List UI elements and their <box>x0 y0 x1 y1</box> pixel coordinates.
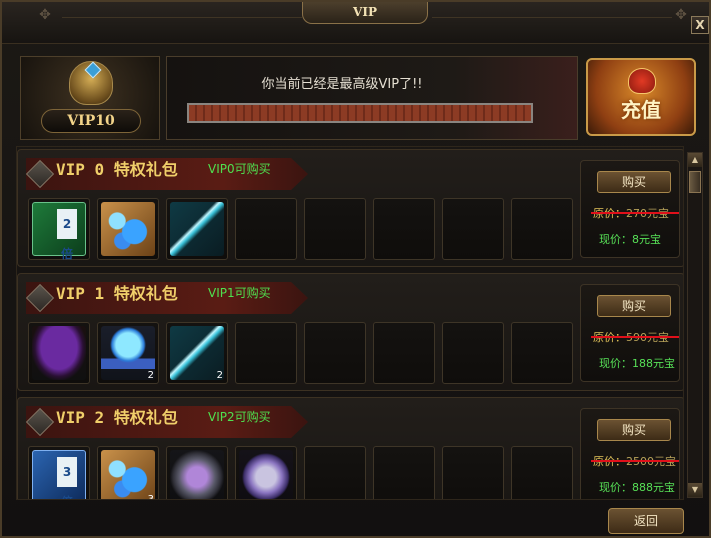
close-button[interactable]: X <box>691 16 709 34</box>
item-slot[interactable] <box>166 198 228 260</box>
item-slot <box>304 446 366 499</box>
item-slot <box>373 198 435 260</box>
item-count: 2 <box>216 370 223 381</box>
current-price: 现价：888元宝 <box>599 479 675 495</box>
original-price: 原价：2500元宝 <box>591 453 679 469</box>
item-count: 3 <box>147 494 154 500</box>
current-price-label: 现价： <box>599 357 632 370</box>
buy-button[interactable]: 购买 <box>597 295 671 317</box>
price-box: 购买 原价：590元宝 现价：188元宝 <box>580 284 680 382</box>
window-title: VIP <box>302 2 428 24</box>
original-price: 原价：590元宝 <box>591 329 679 345</box>
gift-pack-row: VIP 2 特权礼包 VIP2可购买 3 购买 原价：2500元宝 现价：888… <box>17 397 683 500</box>
item-slot[interactable] <box>166 446 228 499</box>
item-slot[interactable] <box>97 198 159 260</box>
scroll-up-icon[interactable]: ▲ <box>688 153 702 167</box>
current-price-value: 888元宝 <box>632 481 675 494</box>
vip-window: ✥ VIP ✥ X VIP10 你当前已经是最高级VIP了!! 充值 VIP 0… <box>0 0 711 538</box>
original-price: 原价：270元宝 <box>591 205 679 221</box>
progress-fill <box>189 105 531 121</box>
gift-pack-requirement: VIP0可购买 <box>208 162 271 176</box>
banner-gem-icon <box>26 159 55 189</box>
blue-orbs-icon[interactable] <box>101 202 155 256</box>
gift-pack-requirement: VIP1可购买 <box>208 286 271 300</box>
gift-pack-row: VIP 0 特权礼包 VIP0可购买 购买 原价：270元宝 现价：8元宝 <box>17 149 683 267</box>
crown-emblem-icon <box>69 61 113 105</box>
status-panel: 你当前已经是最高级VIP了!! <box>166 56 578 140</box>
item-slot <box>304 198 366 260</box>
vip-level-label: VIP10 <box>41 109 141 133</box>
item-slot[interactable] <box>235 446 297 499</box>
title-ornament-left <box>62 4 302 18</box>
recharge-button[interactable]: 充值 <box>586 58 696 136</box>
scrollbar[interactable]: ▲ ▼ <box>687 152 703 498</box>
item-slot <box>442 198 504 260</box>
ornament-icon: ✥ <box>675 7 687 23</box>
ornament-icon: ✥ <box>39 7 51 23</box>
strikethrough-line <box>591 212 679 214</box>
item-count: 2 <box>147 370 154 381</box>
banner-gem-icon <box>26 283 55 313</box>
triple-exp-book-icon[interactable] <box>32 450 86 499</box>
scroll-thumb[interactable] <box>689 171 701 193</box>
strikethrough-line <box>591 460 679 462</box>
item-slot <box>511 198 573 260</box>
price-box: 购买 原价：270元宝 现价：8元宝 <box>580 160 680 258</box>
back-button[interactable]: 返回 <box>608 508 684 534</box>
item-slot <box>511 322 573 384</box>
gift-pack-requirement: VIP2可购买 <box>208 410 271 424</box>
banner-gem-icon <box>26 407 55 437</box>
item-slot <box>511 446 573 499</box>
item-slot <box>442 446 504 499</box>
item-slot[interactable]: 2 <box>166 322 228 384</box>
buy-button[interactable]: 购买 <box>597 171 671 193</box>
buy-button[interactable]: 购买 <box>597 419 671 441</box>
current-price-label: 现价： <box>599 233 632 246</box>
vip-progress-bar <box>187 103 533 123</box>
vip-badge: VIP10 <box>20 56 160 140</box>
current-price: 现价：8元宝 <box>599 231 661 247</box>
double-exp-book-icon[interactable] <box>32 202 86 256</box>
status-text: 你当前已经是最高级VIP了!! <box>261 77 423 92</box>
purple-cloak-icon[interactable] <box>32 326 86 380</box>
item-slot[interactable]: 3 <box>97 446 159 500</box>
title-ornament-right <box>432 4 672 18</box>
item-slot[interactable] <box>28 322 90 384</box>
current-price: 现价：188元宝 <box>599 355 675 371</box>
current-price-value: 8元宝 <box>632 233 661 246</box>
item-slot <box>304 322 366 384</box>
gift-pack-title: VIP 1 特权礼包 <box>56 284 178 303</box>
strikethrough-line <box>591 336 679 338</box>
gift-pack-row: VIP 1 特权礼包 VIP1可购买 2 2 购买 原价：590元宝 现价：188… <box>17 273 683 391</box>
item-slot <box>373 446 435 499</box>
enhance-stone-icon[interactable] <box>170 450 224 499</box>
gift-pack-title: VIP 2 特权礼包 <box>56 408 178 427</box>
title-bar: ✥ VIP ✥ X <box>2 2 709 44</box>
item-slot <box>442 322 504 384</box>
item-slot[interactable] <box>28 198 90 260</box>
item-slot[interactable] <box>28 446 90 499</box>
price-box: 购买 原价：2500元宝 现价：888元宝 <box>580 408 680 499</box>
gift-pack-list: VIP 0 特权礼包 VIP0可购买 购买 原价：270元宝 现价：8元宝 VI… <box>16 146 684 500</box>
scroll-down-icon[interactable]: ▼ <box>688 483 702 497</box>
current-price-label: 现价： <box>599 481 632 494</box>
item-slot <box>235 322 297 384</box>
sword-icon[interactable] <box>170 202 224 256</box>
current-price-value: 188元宝 <box>632 357 675 370</box>
item-slot[interactable]: 2 <box>97 322 159 384</box>
blue-orbs-icon[interactable] <box>101 450 155 499</box>
gift-pack-title: VIP 0 特权礼包 <box>56 160 178 179</box>
item-slot <box>235 198 297 260</box>
item-slot <box>373 322 435 384</box>
silver-coin-icon[interactable] <box>239 450 293 499</box>
